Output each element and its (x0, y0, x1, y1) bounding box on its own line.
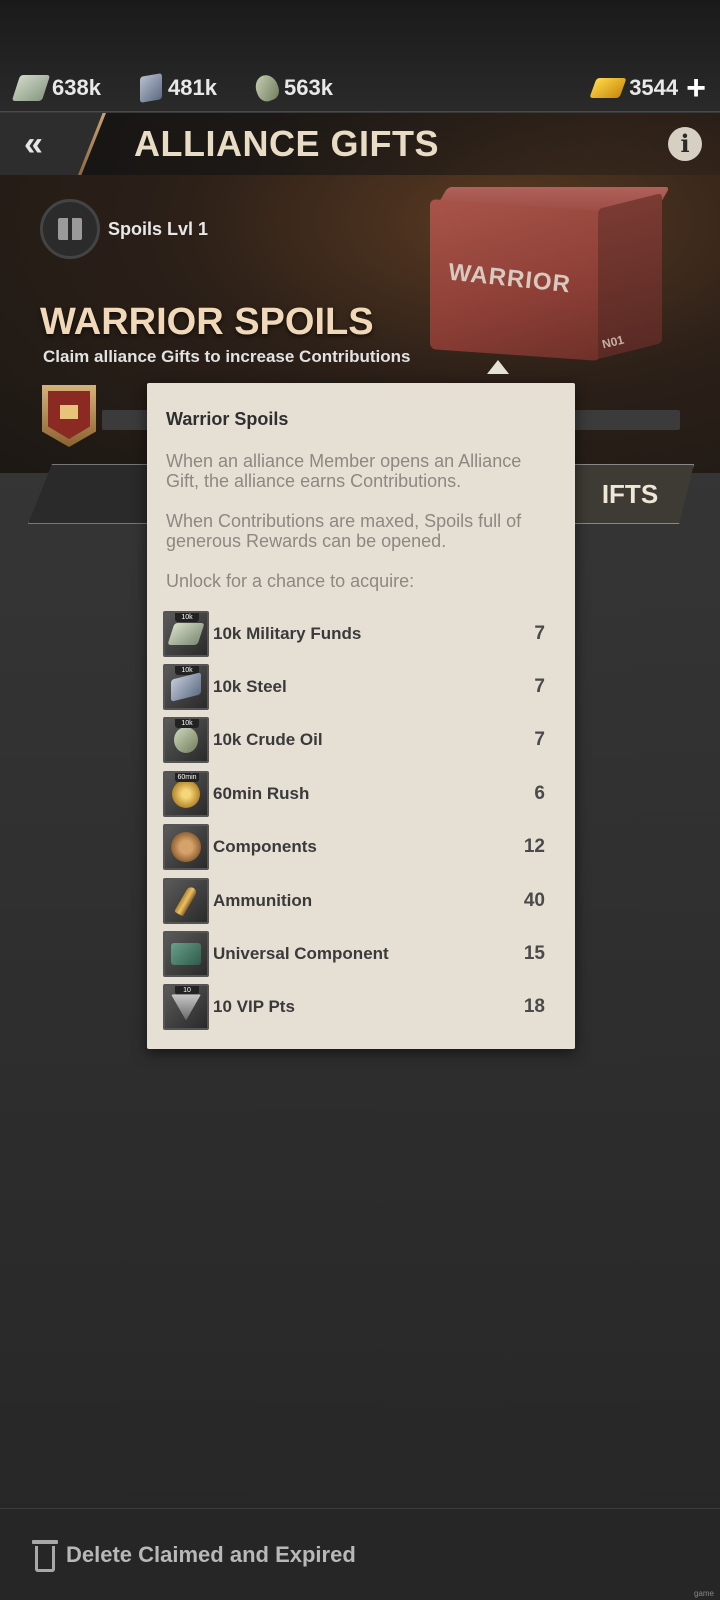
page-title: ALLIANCE GIFTS (134, 123, 439, 164)
reward-item: 60min 60min Rush 6 (163, 767, 559, 820)
reward-tag: 10k (175, 719, 199, 729)
universal-component-icon (163, 931, 209, 978)
spoils-subtitle: Claim alliance Gifts to increase Contrib… (43, 347, 411, 366)
crude-oil-icon (252, 72, 282, 104)
double-chevron-left-icon: « (24, 124, 43, 163)
alliance-badge-icon (42, 385, 96, 447)
reward-item: Ammunition 40 (163, 874, 559, 927)
reward-quantity: 7 (534, 676, 545, 698)
add-gold-button[interactable]: + (686, 71, 706, 105)
tooltip-paragraph-2: When Contributions are maxed, Spoils ful… (166, 511, 522, 551)
steel-icon: 10k (163, 664, 209, 711)
reward-quantity: 7 (534, 729, 545, 751)
funds-value: 638k (52, 75, 101, 100)
reward-quantity: 6 (534, 782, 545, 804)
resource-funds[interactable]: 638k (11, 72, 101, 104)
gear-component-icon (163, 824, 209, 871)
reward-quantity: 15 (523, 943, 545, 965)
gold-value: 3544 (629, 75, 679, 100)
reward-tag: 60min (175, 772, 199, 782)
oil-value: 563k (284, 75, 333, 100)
reward-list: 10k 10k Military Funds 7 10k 10k Steel 7… (163, 607, 559, 1034)
reward-name: Universal Component (213, 944, 389, 964)
reward-name: 10k Steel (213, 677, 287, 697)
reward-name: 10 VIP Pts (213, 997, 295, 1017)
crude-oil-icon: 10k (163, 717, 209, 764)
tab-label: IFTS (601, 478, 659, 509)
warrior-crate-image[interactable]: WARRIOR N01 (428, 187, 670, 367)
info-button[interactable]: i (668, 127, 702, 161)
tooltip-arrow (487, 360, 509, 374)
tooltip-paragraph-3: Unlock for a chance to acquire: (166, 571, 415, 591)
reward-item: 10k 10k Military Funds 7 (163, 607, 559, 660)
spoils-title: WARRIOR SPOILS (40, 301, 374, 343)
steel-icon (140, 73, 162, 103)
reward-quantity: 40 (523, 889, 545, 911)
reward-item: Universal Component 15 (163, 927, 559, 980)
tooltip-title: Warrior Spoils (166, 409, 289, 429)
military-funds-icon (11, 75, 51, 101)
delete-claimed-button[interactable]: Delete Claimed and Expired (66, 1542, 356, 1568)
reward-name: Components (213, 837, 317, 857)
rush-icon: 60min (163, 770, 209, 817)
reward-name: 60min Rush (213, 783, 310, 803)
reward-quantity: 12 (523, 836, 545, 858)
gift-icon (58, 218, 82, 240)
reward-item: 10 10 VIP Pts 18 (163, 981, 559, 1034)
reward-name: 10k Military Funds (213, 623, 362, 643)
spoils-tooltip: Warrior Spoils When an alliance Member o… (147, 383, 575, 1049)
spoils-level[interactable]: Spoils Lvl 1 (40, 199, 208, 259)
gift-icon-circle (40, 199, 100, 259)
military-funds-icon: 10k (163, 610, 209, 657)
resource-steel[interactable]: 481k (140, 72, 217, 104)
reward-item: 10k 10k Steel 7 (163, 660, 559, 713)
reward-quantity: 18 (523, 996, 545, 1018)
reward-name: 10k Crude Oil (213, 730, 323, 750)
steel-value: 481k (168, 75, 217, 100)
resource-oil[interactable]: 563k (252, 72, 333, 104)
reward-tag: 10k (175, 612, 199, 622)
reward-name: Ammunition (213, 890, 313, 910)
reward-item: Components 12 (163, 821, 559, 874)
resource-gold[interactable]: 3544 + (589, 71, 706, 105)
resource-bar: 638k 481k 563k 3544 + (0, 0, 720, 112)
reward-item: 10k 10k Crude Oil 7 (163, 714, 559, 767)
reward-quantity: 7 (534, 622, 545, 644)
vip-points-icon: 10 (163, 984, 209, 1031)
reward-tag: 10 (175, 986, 199, 996)
ammunition-icon (163, 877, 209, 924)
crate-side (598, 193, 662, 359)
gold-icon (589, 78, 627, 98)
watermark: game (693, 1589, 714, 1598)
trash-icon[interactable] (32, 1540, 58, 1572)
tooltip-paragraph-1: When an alliance Member opens an Allianc… (166, 451, 522, 491)
spoils-level-label: Spoils Lvl 1 (108, 218, 209, 239)
